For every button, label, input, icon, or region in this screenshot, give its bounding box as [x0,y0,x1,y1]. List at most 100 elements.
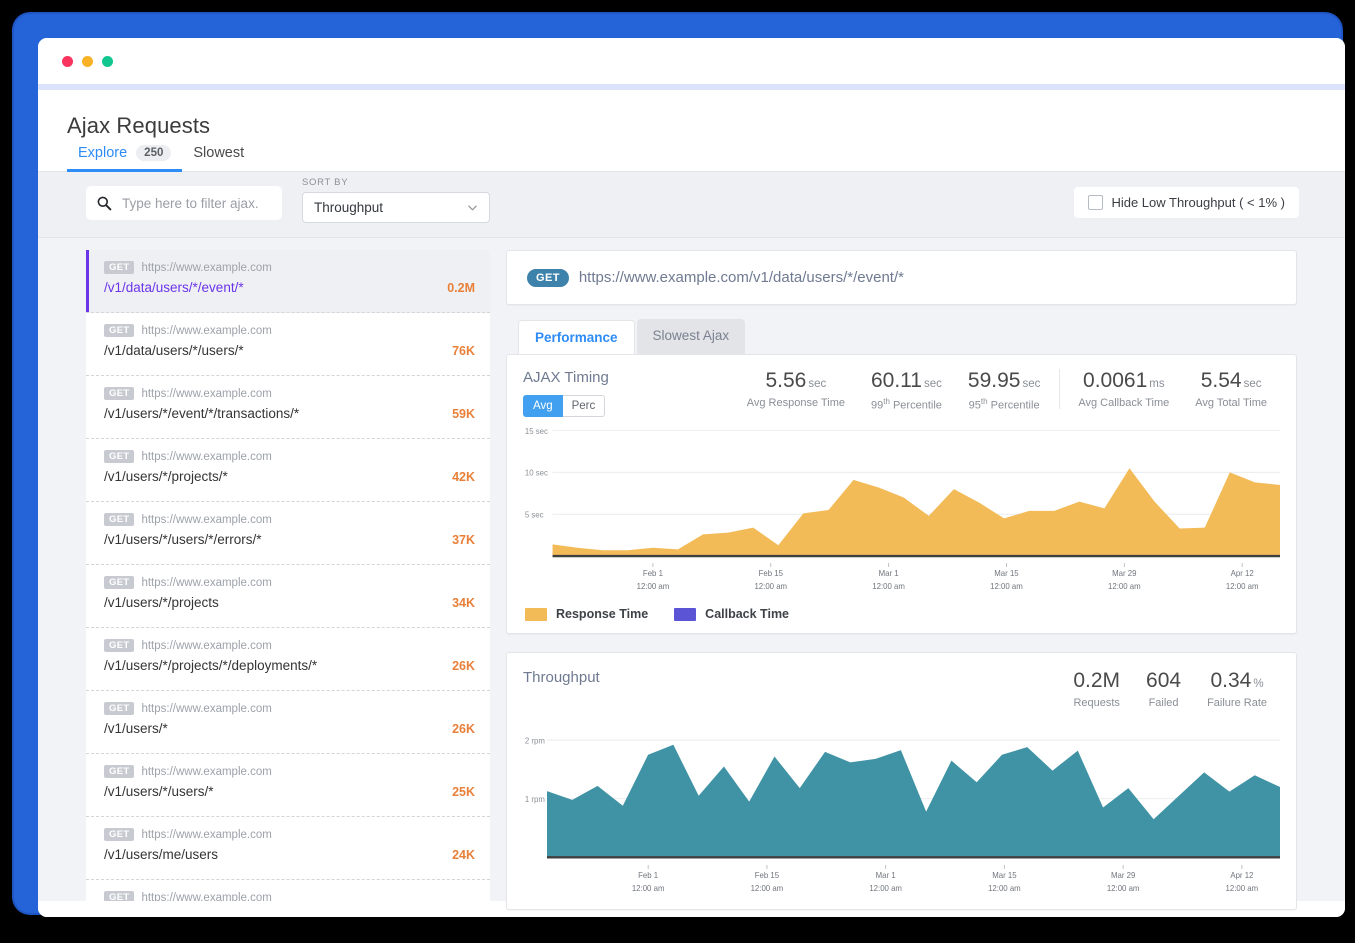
performance-card-header: AJAX Timing Avg Perc 5.56secAvg Response… [523,369,1280,417]
svg-text:Apr 12: Apr 12 [1230,871,1253,880]
list-item-count: 26K [452,659,475,673]
metric-label: Avg Response Time [747,397,845,409]
list-item-host: https://www.example.com [141,829,271,841]
performance-metrics: 5.56secAvg Response Time60.11sec99th Per… [734,369,1280,412]
list-item-count: 25K [452,785,475,799]
legend-swatch-response-time [525,608,547,621]
list-item-method: GET [104,702,134,715]
list-item-host: https://www.example.com [141,388,271,400]
svg-text:12:00 am: 12:00 am [869,884,902,893]
svg-text:Mar 29: Mar 29 [1112,569,1137,578]
legend-label-callback-time: Callback Time [705,607,789,621]
ajax-timing-chart: 5 sec10 sec15 sec Feb 1 12:00 am Feb 15 12:… [523,425,1280,597]
list-item-host: https://www.example.com [141,640,271,652]
tab-explore[interactable]: Explore 250 [67,145,182,171]
ajax-timing-chart-svg: 5 sec10 sec15 sec [523,425,1280,563]
list-item-count: 37K [452,533,475,547]
metric-label: Avg Callback Time [1078,397,1169,409]
search-box[interactable] [86,186,282,220]
svg-text:Feb 1: Feb 1 [643,569,663,578]
ajax-timing-xaxis: Feb 112:00 amFeb 1512:00 amMar 112:00 am… [523,563,1280,597]
metric-value: 60.11sec [871,369,942,393]
throughput-xaxis: Feb 112:00 amFeb 1512:00 amMar 112:00 am… [523,865,1280,899]
tab-explore-badge: 250 [136,145,171,161]
metric: 0.2MRequests [1060,669,1133,709]
tab-slowest-ajax[interactable]: Slowest Ajax [637,319,746,354]
svg-text:12:00 am: 12:00 am [988,884,1021,893]
search-input[interactable] [120,195,272,212]
ajax-timing-legend: Response Time Callback Time [523,597,1280,623]
svg-text:12:00 am: 12:00 am [632,884,665,893]
list-item-path: /v1/users/*/users/*/errors/* [104,532,262,547]
svg-text:Mar 15: Mar 15 [994,569,1019,578]
close-button-icon[interactable] [62,56,73,67]
list-item[interactable]: GEThttps://www.example.com/v1/users/*26K [86,691,490,754]
list-item-count: 0.2M [447,281,475,295]
toggle-avg[interactable]: Avg [523,395,563,417]
browser-viewport: Ajax Requests Explore 250 Slowest [38,38,1345,917]
chevron-down-icon [467,202,478,213]
list-item[interactable]: GEThttps://www.example.com/v1/users/me/u… [86,817,490,880]
list-item[interactable]: GEThttps://www.example.com/v1/users/*/pr… [86,628,490,691]
list-item[interactable]: GEThttps://www.example.com/v1/users/*/us… [86,754,490,817]
svg-text:12:00 am: 12:00 am [872,582,905,591]
list-item[interactable]: GEThttps://www.example.com/v1/data/users… [86,313,490,376]
search-icon [96,195,112,211]
list-item-host: https://www.example.com [141,514,271,526]
svg-text:Mar 15: Mar 15 [992,871,1017,880]
svg-text:2 rpm: 2 rpm [525,737,545,746]
throughput-card-header: Throughput 0.2MRequests604Failed0.34%Fai… [523,669,1280,709]
tab-slowest[interactable]: Slowest [182,145,255,171]
metric-value: 0.34% [1207,669,1267,693]
tab-explore-label: Explore [78,145,127,161]
list-item-host: https://www.example.com [141,703,271,715]
list-item-host: https://www.example.com [141,262,271,274]
svg-text:12:00 am: 12:00 am [1226,884,1259,893]
list-item[interactable]: GET https://www.example.com/v1/users/*/us… [86,502,490,565]
page-content: Ajax Requests Explore 250 Slowest [38,90,1345,917]
list-item-method: GET [104,513,134,526]
maximize-button-icon[interactable] [102,56,113,67]
list-item[interactable]: GEThttps://www.example.com [86,880,490,901]
window-controls[interactable] [62,56,113,67]
svg-text:12:00 am: 12:00 am [990,582,1023,591]
svg-text:Feb 15: Feb 15 [759,569,784,578]
list-item[interactable]: GEThttps://www.example.com/v1/users/*/pr… [86,565,490,628]
legend-callback-time: Callback Time [674,607,789,621]
metric: 59.95sec95th Percentile [955,369,1053,412]
metric-label: Requests [1073,697,1120,709]
list-item-method: GET [104,765,134,778]
svg-text:12:00 am: 12:00 am [754,582,787,591]
hide-low-throughput-checkbox[interactable] [1088,195,1103,210]
detail-header: GET https://www.example.com/v1/data/user… [506,250,1297,305]
minimize-button-icon[interactable] [82,56,93,67]
avg-perc-toggle[interactable]: Avg Perc [523,395,609,417]
list-item[interactable]: GEThttps://www.example.com/v1/users/*/pr… [86,439,490,502]
metric: 5.54secAvg Total Time [1182,369,1280,409]
list-item-path: /v1/data/users/*/users/* [104,343,244,358]
svg-text:Feb 1: Feb 1 [638,871,658,880]
list-item-count: 26K [452,722,475,736]
svg-text:12:00 am: 12:00 am [637,582,670,591]
ajax-timing-title: AJAX Timing [523,369,609,386]
sort-by-select[interactable]: Throughput [302,192,490,223]
list-item[interactable]: GEThttps://www.example.com/v1/data/users… [86,250,490,313]
main-split: GEThttps://www.example.com/v1/data/users… [38,238,1345,901]
ajax-request-list[interactable]: GEThttps://www.example.com/v1/data/users… [86,250,490,901]
list-item-method: GET [104,828,134,841]
list-item-count: 34K [452,596,475,610]
hide-low-throughput-toggle[interactable]: Hide Low Throughput ( < 1% ) [1074,187,1299,218]
legend-label-response-time: Response Time [556,607,648,621]
detail-url: https://www.example.com/v1/data/users/*/… [579,269,904,286]
toggle-perc[interactable]: Perc [563,395,606,417]
list-item-method: GET [104,891,134,901]
list-item-method: GET [104,387,134,400]
svg-text:5 sec: 5 sec [525,510,544,519]
list-item-count: 59K [452,407,475,421]
metric-label: 95th Percentile [968,397,1040,412]
main-tabs: Explore 250 Slowest [38,139,1345,172]
tab-performance[interactable]: Performance [518,320,635,355]
list-item-method: GET [104,324,134,337]
list-item[interactable]: GEThttps://www.example.com/v1/users/*/ev… [86,376,490,439]
svg-text:15 sec: 15 sec [525,427,548,436]
